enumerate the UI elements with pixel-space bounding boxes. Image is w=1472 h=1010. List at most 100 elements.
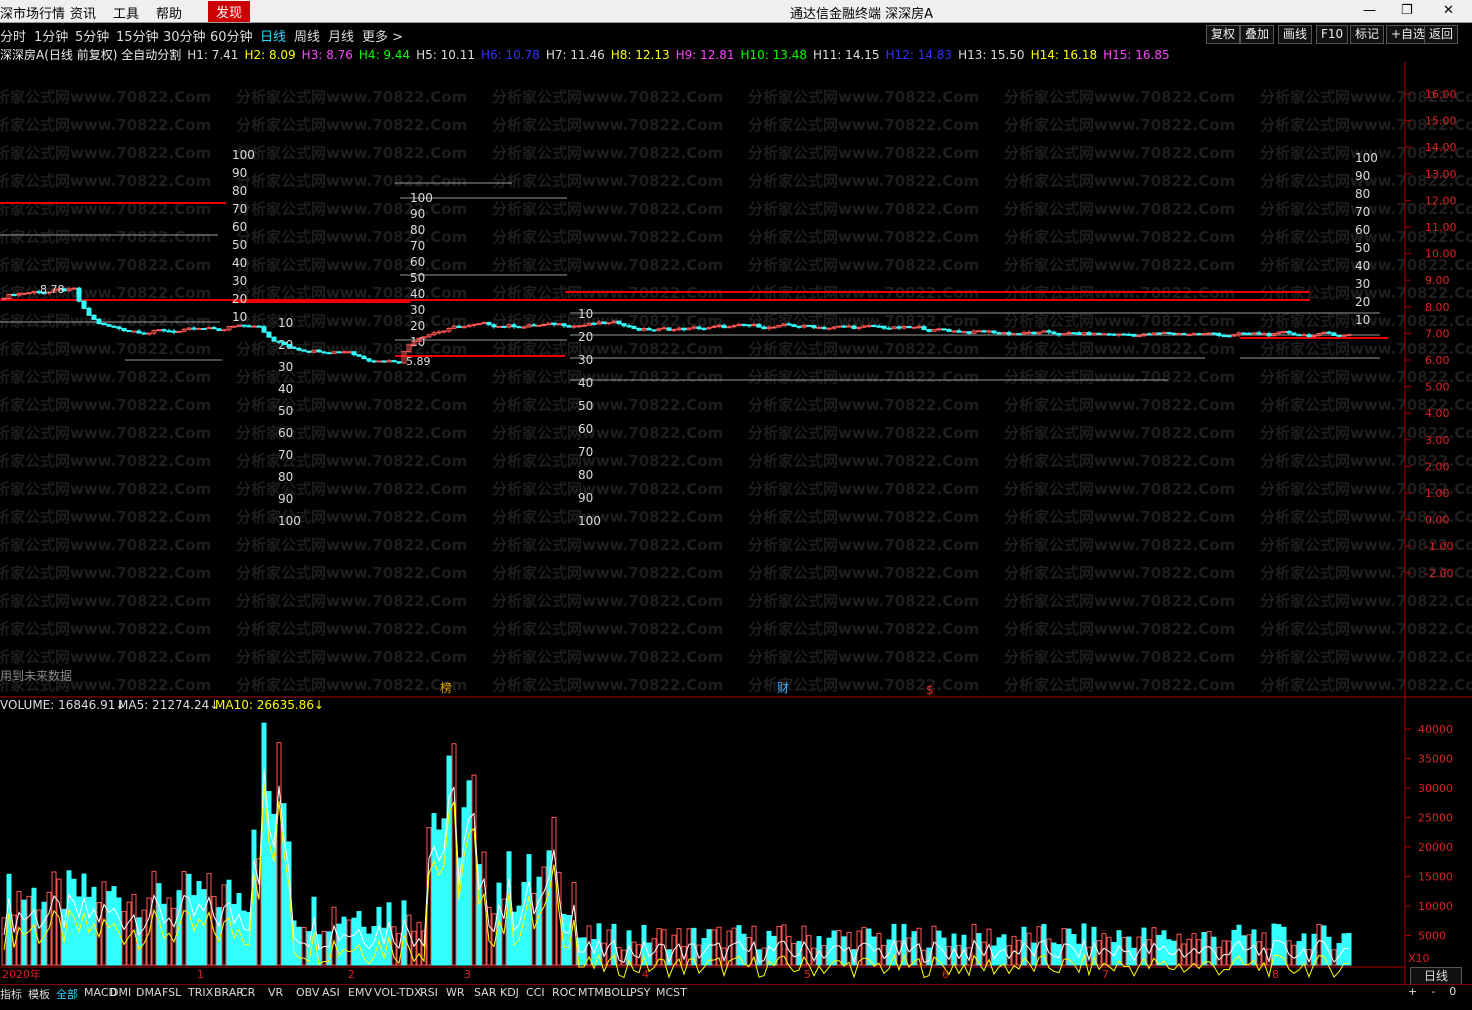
volume-unit: X10 — [1408, 952, 1430, 965]
indicator-tab-14[interactable]: VOL-TDX — [374, 986, 422, 999]
candle-body — [1146, 333, 1152, 336]
period-4[interactable]: 30分钟 — [163, 26, 206, 45]
candle-body — [1126, 333, 1132, 336]
watermark-text: 分析家公式网www.70822.Com — [236, 536, 467, 554]
indicator-tab-2[interactable]: 全部 — [56, 986, 78, 1002]
candle-body — [246, 325, 252, 328]
zoom-reset-button[interactable]: 0 — [1449, 985, 1456, 998]
watermark-text: 分析家公式网www.70822.Com — [236, 396, 467, 414]
zoom-out-button[interactable]: - — [1431, 985, 1435, 998]
period-7[interactable]: 周线 — [294, 26, 320, 45]
watermark-text: 分析家公式网www.70822.Com — [748, 480, 979, 498]
period-6[interactable]: 日线 — [260, 26, 286, 45]
level-3: H3: 8.76 — [301, 48, 353, 62]
candle-body — [996, 332, 1002, 335]
price-label: 12.00 — [1425, 194, 1457, 207]
candle-body — [1251, 332, 1257, 335]
toolbar-button-1[interactable]: 叠加 — [1240, 25, 1275, 44]
period-indicator[interactable]: 日线 — [1410, 967, 1462, 985]
indicator-tab-17[interactable]: SAR — [474, 986, 496, 999]
indicator-tab-11[interactable]: OBV — [296, 986, 319, 999]
indicator-tab-1[interactable]: 模板 — [28, 986, 50, 1002]
period-9[interactable]: 更多 > — [362, 26, 403, 45]
indicator-tab-5[interactable]: DMA — [136, 986, 162, 999]
event-mark-dividend: $ — [926, 683, 934, 697]
indicator-tab-9[interactable]: CR — [240, 986, 255, 999]
toolbar-button-2[interactable]: 画线 — [1278, 25, 1313, 44]
indicator-tab-24[interactable]: MCST — [656, 986, 687, 999]
candle-body — [561, 323, 567, 327]
date-label: 5 — [804, 968, 811, 981]
level-4: H4: 9.44 — [358, 48, 411, 62]
scale-a-up: 100 — [232, 148, 255, 162]
indicator-tab-0[interactable]: 指标 — [0, 986, 22, 1002]
indicator-tab-7[interactable]: TRIX — [188, 986, 213, 999]
close-icon[interactable]: ✕ — [1443, 3, 1454, 18]
candle-body — [631, 325, 637, 329]
indicator-tab-4[interactable]: DMI — [110, 986, 131, 999]
level-10: H10: 13.48 — [740, 48, 808, 62]
watermark-text: 分析家公式网www.70822.Com — [1004, 480, 1235, 498]
toolbar-button-4[interactable]: 标记 — [1350, 25, 1385, 44]
candle-body — [1096, 332, 1102, 335]
period-8[interactable]: 月线 — [328, 26, 354, 45]
watermark-text: 分析家公式网www.70822.Com — [748, 536, 979, 554]
minimize-icon[interactable]: — — [1363, 3, 1376, 18]
candle-body — [841, 325, 847, 328]
indicator-tab-15[interactable]: RSI — [420, 986, 438, 999]
candle-body — [746, 324, 752, 327]
watermark-text: 分析家公式网www.70822.Com — [748, 564, 979, 582]
indicator-tab-23[interactable]: PSY — [630, 986, 650, 999]
period-0[interactable]: 分时 — [0, 26, 26, 45]
watermark-text: 分析家公式网www.70822.Com — [748, 424, 979, 442]
indicator-tab-10[interactable]: VR — [268, 986, 283, 999]
volume-axis-label: 20000 — [1418, 841, 1453, 854]
menu-item-0[interactable]: 深市场行情 — [0, 3, 65, 22]
indicator-tab-21[interactable]: MTM — [578, 986, 604, 999]
zoom-in-button[interactable]: + — [1408, 985, 1417, 998]
watermark-text: 分析家公式网www.70822.Com — [1004, 88, 1235, 106]
candle-body — [286, 343, 292, 348]
indicator-tab-22[interactable]: BOLL — [604, 986, 632, 999]
kline-chart[interactable]: 分析家公式网www.70822.Com 分析家公式网www.70822.Com 分析… — [0, 62, 1472, 984]
period-1[interactable]: 1分钟 — [34, 26, 68, 45]
indicator-tab-6[interactable]: FSL — [162, 986, 181, 999]
period-2[interactable]: 5分钟 — [75, 26, 109, 45]
watermark-text: 分析家公式网www.70822.Com — [0, 312, 211, 330]
menu-item-3[interactable]: 帮助 — [156, 3, 182, 22]
watermark-text: 分析家公式网www.70822.Com — [236, 228, 467, 246]
indicator-tab-20[interactable]: ROC — [552, 986, 576, 999]
candle-body — [926, 329, 932, 332]
candle-body — [266, 331, 272, 338]
volume-bar — [821, 945, 827, 966]
menu-item-1[interactable]: 资讯 — [70, 3, 96, 22]
watermark-text: 分析家公式网www.70822.Com — [492, 424, 723, 442]
toolbar-button-0[interactable]: 复权 — [1206, 25, 1241, 44]
toolbar-button-6[interactable]: 返回 — [1424, 25, 1459, 44]
watermark-text: 分析家公式网www.70822.Com — [748, 88, 979, 106]
price-label: 7.00 — [1425, 327, 1450, 340]
indicator-tab-19[interactable]: CCI — [526, 986, 545, 999]
indicator-tab-18[interactable]: KDJ — [500, 986, 519, 999]
period-5[interactable]: 60分钟 — [210, 26, 253, 45]
indicator-tab-12[interactable]: ASI — [322, 986, 340, 999]
period-3[interactable]: 15分钟 — [116, 26, 159, 45]
scale-c-up: 50 — [1355, 241, 1370, 255]
restore-icon[interactable]: ❐ — [1401, 3, 1413, 18]
watermark-text: 分析家公式网www.70822.Com — [236, 648, 467, 666]
toolbar-button-3[interactable]: F10 — [1316, 25, 1349, 44]
candle-body — [326, 352, 332, 355]
candle-body — [741, 323, 747, 326]
candle-body — [616, 320, 622, 325]
level-14: H14: 16.18 — [1030, 48, 1098, 62]
menu-discover[interactable]: 发现 — [208, 1, 251, 22]
date-label: 8 — [1272, 968, 1279, 981]
menu-item-2[interactable]: 工具 — [113, 3, 139, 22]
indicator-tab-13[interactable]: EMV — [348, 986, 372, 999]
watermark-text: 分析家公式网www.70822.Com — [236, 508, 467, 526]
watermark-text: 分析家公式网www.70822.Com — [0, 88, 211, 106]
volume-bar — [336, 923, 342, 966]
indicator-tab-16[interactable]: WR — [446, 986, 465, 999]
scale-d-down: 60 — [578, 422, 593, 436]
candle-body — [476, 323, 482, 326]
